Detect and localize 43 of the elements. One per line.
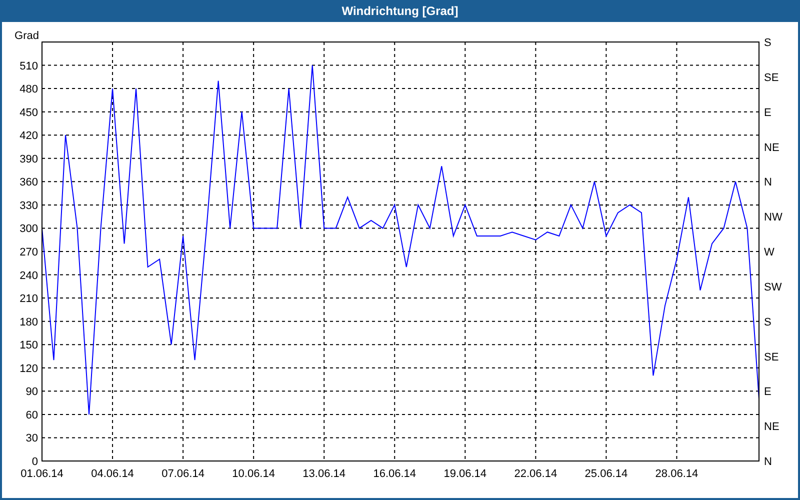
right-axis-label: S [764,37,772,49]
y-tick-label: 210 [20,293,38,306]
y-tick-label: 90 [26,386,38,398]
right-axis-label: NE [764,142,780,154]
x-tick-label: 04.06.14 [91,468,134,480]
y-tick-label: 330 [20,200,38,212]
right-axis-label: W [764,246,774,258]
right-axis-label: N [764,456,772,468]
right-axis-label: SE [764,72,779,84]
right-axis-label: SE [764,351,779,364]
x-tick-label: 25.06.14 [584,468,628,480]
right-axis-label: NE [764,421,780,434]
y-tick-label: 360 [20,176,38,189]
window-title: Windrichtung [Grad] [340,3,460,20]
x-tick-label: 22.06.14 [514,468,558,480]
y-tick-label: 390 [20,153,38,166]
y-tick-label: 30 [26,432,38,445]
right-axis-label: SW [764,281,782,294]
y-tick-label: 0 [32,456,38,468]
x-tick-label: 28.06.14 [655,468,698,480]
y-tick-label: 150 [20,340,38,352]
axis-title: Grad [14,30,39,42]
right-axis-label: E [764,106,772,119]
y-tick-label: 60 [26,409,38,422]
x-tick-label: 01.06.14 [20,468,64,480]
right-axis-label: NW [764,212,782,224]
right-axis-label: E [764,386,772,398]
x-tick-label: 16.06.14 [373,468,416,480]
y-tick-label: 240 [20,270,38,282]
x-tick-label: 13.06.14 [302,468,346,480]
right-axis-label: S [764,316,772,328]
x-tick-label: 07.06.14 [162,468,204,480]
right-axis-label: N [764,176,772,189]
y-tick-label: 420 [20,130,38,142]
x-tick-label: 19.06.14 [444,468,487,480]
y-tick-label: 450 [20,106,38,119]
y-tick-label: 120 [20,362,38,375]
y-tick-label: 300 [20,223,38,236]
y-tick-label: 180 [20,316,38,328]
y-tick-label: 480 [20,84,38,96]
y-tick-label: 270 [20,246,38,258]
x-tick-label: 10.06.14 [232,468,275,480]
y-tick-label: 510 [20,60,38,72]
